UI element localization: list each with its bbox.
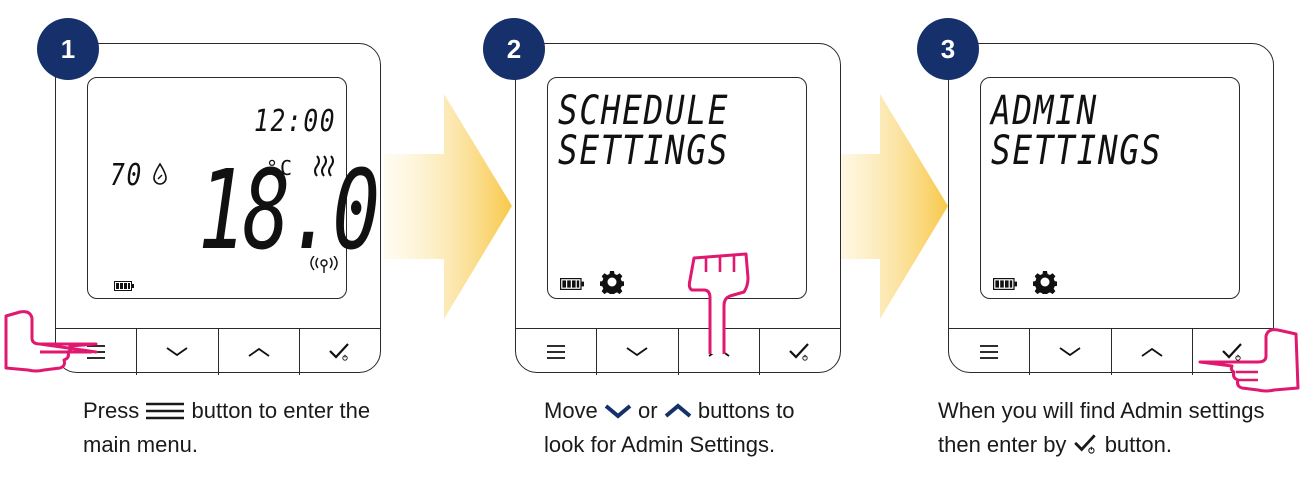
up-button[interactable] <box>1112 329 1193 375</box>
time-readout: 12:00 <box>254 104 337 139</box>
battery-icon <box>114 281 134 291</box>
gear-icon <box>600 271 624 294</box>
chevron-down-icon <box>1059 347 1081 357</box>
caption-step-3: When you will find Admin settings then e… <box>938 394 1265 462</box>
battery-icon <box>560 278 584 290</box>
menu-icon <box>547 345 566 359</box>
caption-1-before: Press <box>83 398 140 423</box>
next-arrow-1 <box>384 94 512 319</box>
lcd-screen-1: 12:00 70 °C 18.0 <box>87 77 380 299</box>
chevron-down-icon <box>626 347 648 357</box>
menu-button[interactable] <box>516 329 598 375</box>
step-badge-3: 3 <box>917 18 979 80</box>
chevron-up-icon <box>248 347 270 357</box>
chevron-down-icon <box>604 404 632 419</box>
pointing-hand-icon <box>1198 328 1300 393</box>
lcd-screen-3: ADMIN SETTINGS <box>980 77 1240 299</box>
caption-3-line1: When you will find Admin settings <box>938 398 1265 423</box>
chevron-up-icon <box>1141 347 1163 357</box>
humidity-drop-icon <box>153 162 167 185</box>
menu-button[interactable] <box>949 329 1031 375</box>
caption-step-1: Press button to enter the main menu. <box>83 394 370 462</box>
wireless-signal-icon <box>310 256 338 273</box>
lcd-screen-2: SCHEDULE SETTINGS <box>547 77 807 299</box>
menu-icon <box>980 345 999 359</box>
menu-line-2: SETTINGS <box>558 128 730 174</box>
step-badge-2: 2 <box>483 18 545 80</box>
caption-2-after: buttons to <box>697 398 795 423</box>
check-power-icon <box>329 343 349 361</box>
pointing-hand-icon <box>4 310 98 373</box>
caption-step-2: Move or buttons to look for Admin Settin… <box>544 394 795 462</box>
up-button[interactable] <box>219 329 300 375</box>
down-button[interactable] <box>137 329 219 375</box>
confirm-button[interactable] <box>760 329 840 375</box>
pointing-hand-icon <box>687 252 750 354</box>
gear-icon <box>1033 271 1057 294</box>
confirm-button[interactable] <box>300 329 380 375</box>
temperature-readout: 18.0 <box>198 146 380 274</box>
caption-2-line2: look for Admin Settings. <box>544 432 776 457</box>
check-power-icon <box>1073 434 1096 454</box>
chevron-up-icon <box>664 403 692 418</box>
check-power-icon <box>789 343 809 361</box>
chevron-down-icon <box>166 347 188 357</box>
battery-icon <box>993 278 1017 290</box>
caption-1-after: button to enter the <box>191 398 371 423</box>
menu-icon <box>146 402 185 420</box>
thermostat-3: ADMIN SETTINGS <box>948 43 1274 375</box>
caption-2-before: Move <box>544 398 598 423</box>
step-badge-1: 1 <box>37 18 99 80</box>
thermostat-1: 12:00 70 °C 18.0 <box>55 43 381 375</box>
thermostat-2: SCHEDULE SETTINGS <box>515 43 841 375</box>
menu-line-2: SETTINGS <box>991 128 1163 174</box>
caption-2-mid: or <box>638 398 658 423</box>
humidity-readout: 70 <box>110 158 143 193</box>
caption-3-before: then enter by <box>938 432 1067 457</box>
caption-3-after: button. <box>1104 432 1172 457</box>
down-button[interactable] <box>1030 329 1112 375</box>
caption-1-line2: main menu. <box>83 432 198 457</box>
down-button[interactable] <box>597 329 679 375</box>
